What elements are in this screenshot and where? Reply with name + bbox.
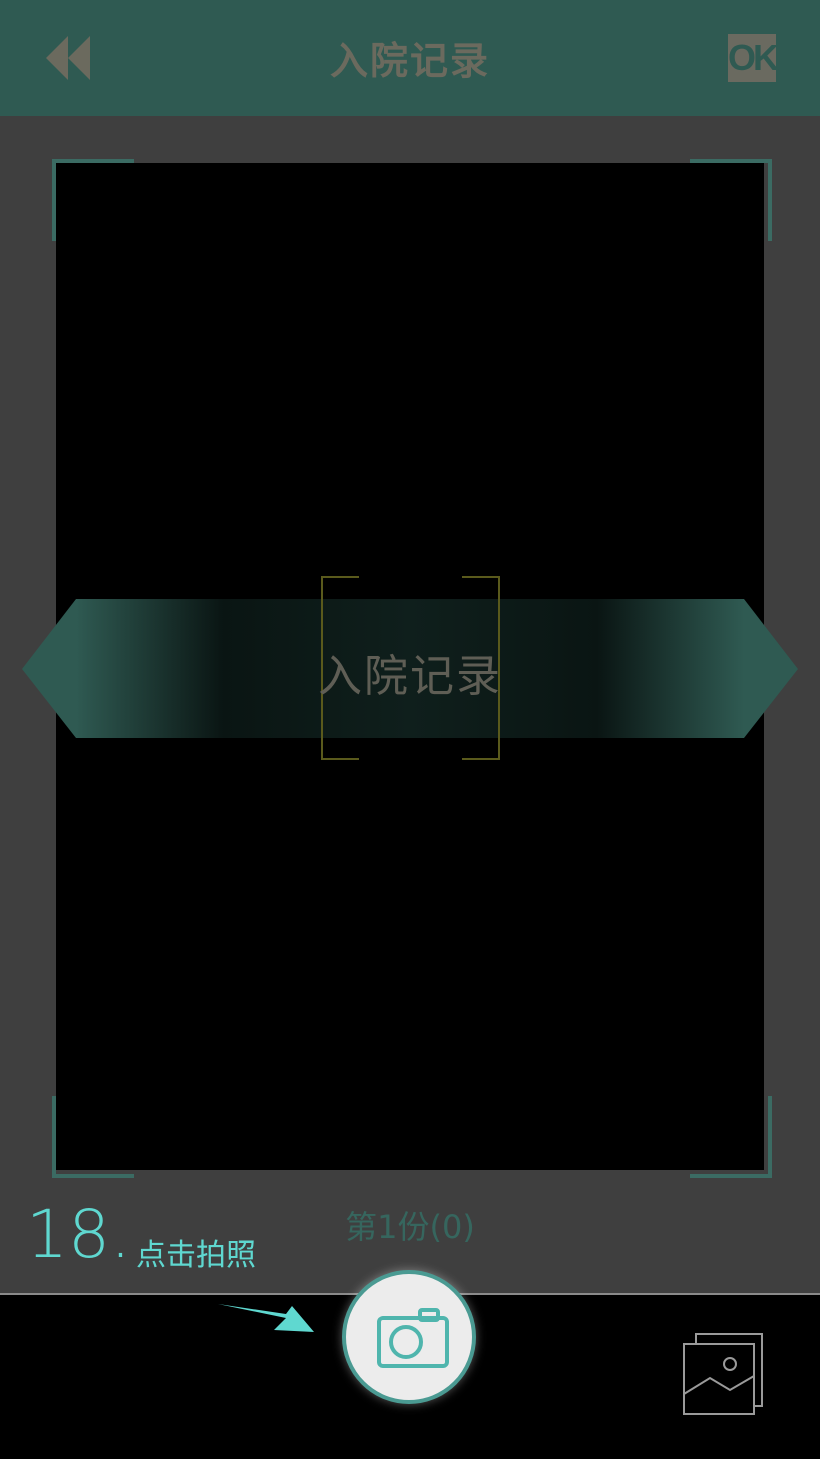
tutorial-step-text: 点击拍照: [136, 1238, 256, 1273]
tutorial-step-number: 18.: [26, 1196, 131, 1273]
tutorial-arrow-icon: [218, 1304, 314, 1332]
capture-button[interactable]: [342, 1270, 476, 1404]
ok-button[interactable]: OK: [728, 34, 779, 82]
page-title: 入院记录: [329, 39, 490, 83]
frame-corner-top-right: [690, 159, 772, 241]
camera-icon: [377, 1308, 449, 1368]
frame-corner-bottom-left: [52, 1096, 134, 1178]
top-bar: 入院记录 OK: [0, 0, 820, 116]
frame-corner-top-left: [52, 159, 134, 241]
gallery-button[interactable]: [680, 1330, 766, 1418]
frame-corner-bottom-right: [690, 1096, 772, 1178]
document-type-label: 入院记录: [318, 651, 502, 702]
gallery-icon: [683, 1333, 763, 1415]
